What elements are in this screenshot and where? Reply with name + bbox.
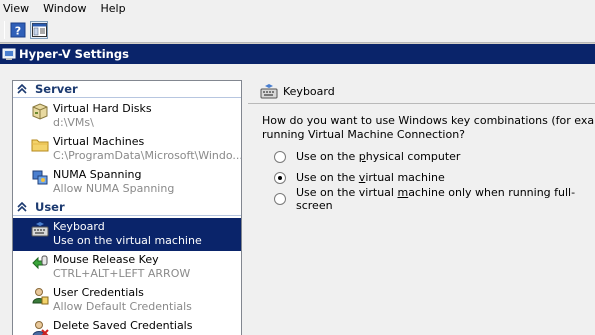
mouse-release-icon: [32, 255, 48, 270]
tree-item-value: Allow Default Credentials: [53, 300, 192, 313]
menu-bar: View Window Help: [0, 0, 595, 18]
toolbar: ?: [0, 18, 595, 43]
tree-item-value: Use on the virtual machine: [53, 234, 202, 247]
panel-header: Keyboard: [248, 80, 595, 104]
collapse-chevron-icon[interactable]: [17, 202, 27, 212]
radio-physical-computer[interactable]: Use on the physical computer: [274, 146, 595, 167]
delete-credentials-icon: [32, 321, 49, 335]
help-icon[interactable]: ?: [9, 21, 27, 39]
console-pane-icon[interactable]: [30, 21, 48, 39]
section-label-server: Server: [35, 82, 78, 96]
window-titlebar: Hyper-V Settings: [0, 44, 595, 64]
tree-item-value: C:\ProgramData\Microsoft\Windo...: [53, 149, 242, 162]
svg-text:?: ?: [15, 25, 21, 38]
tree-item-user-credentials[interactable]: User Credentials Allow Default Credentia…: [13, 284, 241, 317]
menu-help[interactable]: Help: [94, 0, 133, 18]
radio-full-screen-only[interactable]: Use on the virtual machine only when run…: [274, 185, 595, 212]
numa-icon: [32, 170, 48, 185]
tree-item-value: Allow NUMA Spanning: [53, 182, 175, 195]
tree-item-keyboard[interactable]: Keyboard Use on the virtual machine: [13, 218, 241, 251]
keyboard-icon: [260, 83, 278, 98]
menu-window[interactable]: Window: [37, 0, 94, 18]
tree-item-name: User Credentials: [53, 286, 144, 299]
radio-label: Use on the virtual machine only when run…: [296, 185, 576, 212]
tree-item-numa-spanning[interactable]: NUMA Spanning Allow NUMA Spanning: [13, 166, 241, 199]
menu-view[interactable]: View: [0, 0, 37, 18]
tree-item-name: NUMA Spanning: [53, 168, 142, 181]
tree-item-name: Keyboard: [53, 220, 105, 233]
window-title: Hyper-V Settings: [19, 47, 129, 61]
keyboard-question: How do you want to use Windows key combi…: [262, 114, 595, 142]
panel-title: Keyboard: [283, 85, 335, 98]
question-line: How do you want to use Windows key combi…: [262, 114, 595, 127]
section-label-user: User: [35, 200, 65, 214]
tree-item-delete-saved-credentials[interactable]: Delete Saved Credentials: [13, 317, 241, 335]
hard-disk-icon: [32, 103, 48, 120]
tree-item-name: Virtual Hard Disks: [53, 102, 152, 115]
tree-item-value: CTRL+ALT+LEFT ARROW: [53, 267, 191, 280]
tree-item-virtual-machines[interactable]: Virtual Machines C:\ProgramData\Microsof…: [13, 133, 241, 166]
section-header-server[interactable]: Server: [13, 81, 241, 98]
tree-item-mouse-release-key[interactable]: Mouse Release Key CTRL+ALT+LEFT ARROW: [13, 251, 241, 284]
radio-button[interactable]: [274, 150, 286, 163]
collapse-chevron-icon[interactable]: [17, 84, 27, 94]
tree-item-name: Mouse Release Key: [53, 253, 159, 266]
user-credentials-icon: [32, 288, 49, 305]
section-header-user[interactable]: User: [13, 199, 241, 216]
settings-tree[interactable]: Server Virtual Hard Disks d:\VMs\ Virtua…: [12, 80, 242, 335]
radio-button-selected[interactable]: [274, 171, 286, 184]
radio-label: Use on the virtual machine: [296, 171, 445, 184]
settings-dialog: Server Virtual Hard Disks d:\VMs\ Virtua…: [0, 64, 595, 335]
settings-detail-panel: Keyboard How do you want to use Windows …: [248, 80, 595, 335]
folder-icon: [31, 139, 49, 152]
radio-button[interactable]: [274, 192, 286, 205]
tree-item-virtual-hard-disks[interactable]: Virtual Hard Disks d:\VMs\: [13, 100, 241, 133]
question-line: running Virtual Machine Connection?: [262, 128, 466, 141]
keyboard-icon: [31, 222, 49, 237]
toolbar-separator: [4, 21, 5, 39]
hyper-v-icon: [2, 48, 16, 60]
radio-label: Use on the physical computer: [296, 150, 461, 163]
tree-item-name: Virtual Machines: [53, 135, 145, 148]
tree-item-name: Delete Saved Credentials: [53, 319, 193, 332]
tree-item-value: d:\VMs\: [53, 116, 94, 129]
